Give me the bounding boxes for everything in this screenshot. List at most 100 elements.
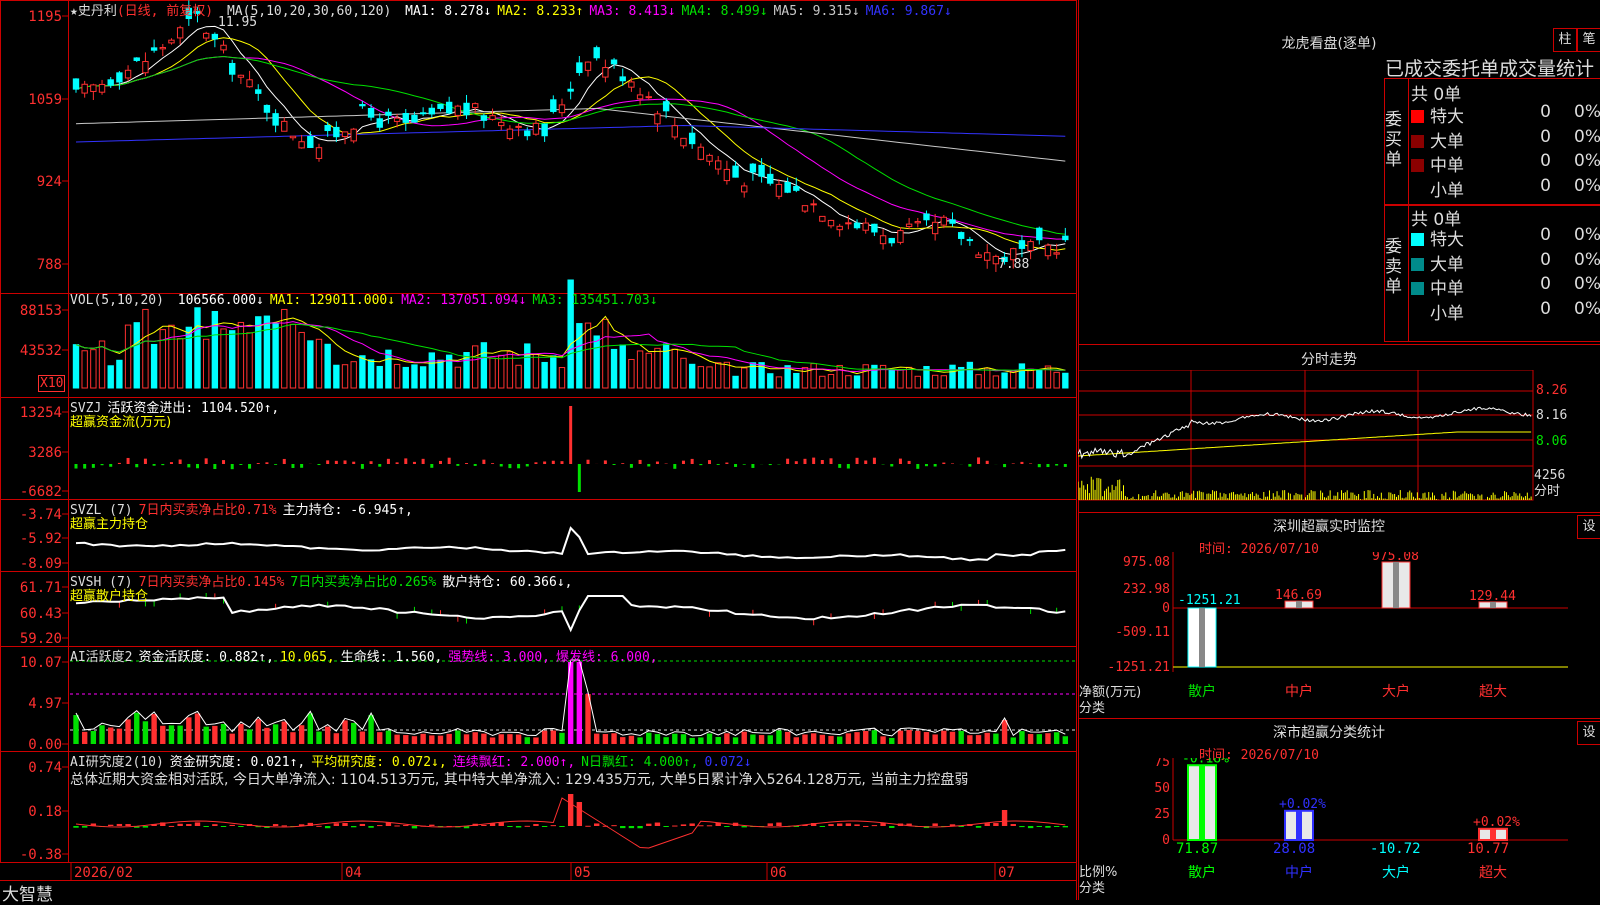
flow-bar [569,406,572,464]
flow-bar [734,464,737,467]
research-bar [568,794,573,826]
candle-body [256,90,261,94]
candle-body [169,40,174,43]
activity-bar [915,731,920,744]
ma-value-3: MA4: 8.499↓ [681,4,767,19]
candle-body [221,45,226,50]
activity-bar [802,734,807,744]
candle-body [351,129,356,141]
ai-activity-value-1: 资金活跃度: 0.882↑, [138,650,273,665]
volume-bar [724,362,729,388]
ai-research-tick: 0.18 [28,804,62,820]
bar-mode-button[interactable]: 柱 [1553,28,1577,52]
candle-body [91,85,96,92]
candle-body [1045,245,1050,256]
volume-bar [915,376,920,388]
research-bar [412,826,417,828]
volume-ma-value-1: MA1: 129011.000↓ [270,293,395,308]
research-bar [646,824,651,826]
ma-value-2: MA3: 8.413↓ [589,4,675,19]
volume-bar [976,375,981,388]
candle-body [811,204,816,205]
sz-monitor-settings-button[interactable]: 设 [1577,515,1600,539]
activity-bar [941,731,946,744]
activity-bar [117,729,122,744]
volume-bar [594,336,599,388]
volume-bar [203,339,208,388]
research-bar [837,823,842,826]
order-percent: 0% [1551,176,1600,196]
sz-monitor-bar-shade [1393,562,1399,608]
activity-bar [750,734,755,744]
candle-body [334,127,339,136]
volume-bar [733,376,738,388]
activity-bar [334,733,339,744]
sz-class-settings-button[interactable]: 设 [1577,721,1600,745]
longhu-subtitle: 已成交委托单成交量统计 [1385,54,1594,81]
activity-bar [655,734,660,744]
activity-bar [768,735,773,744]
research-bar [724,826,729,827]
activity-bar [993,734,998,744]
activity-bar [672,734,677,744]
candle-body [889,238,894,242]
volume-bar [125,325,130,388]
activity-bar [985,733,990,744]
volume-bar [637,351,642,388]
candle-body [681,138,686,145]
candle-body [906,224,911,226]
svsh-tick: 60.43 [20,606,62,622]
flow-bar [474,464,477,466]
research-bar [507,826,512,827]
candle-body [733,166,738,177]
order-size-label: 大单 [1430,132,1464,152]
svzl-tick: -8.09 [20,556,62,572]
order-percent: 0% [1551,250,1600,270]
flow-bar [812,458,815,464]
research-bar [525,826,530,827]
volume-bar [273,323,278,388]
flow-bar [179,460,182,464]
research-bar [394,825,399,826]
flow-bar [222,460,225,464]
volume-tick: 43532 [20,343,62,359]
candle-body [455,106,460,115]
ai-activity-panel [70,660,1076,744]
flow-bar [1038,464,1041,467]
activity-bar [932,734,937,744]
activity-bar [360,732,365,744]
research-bar [1019,826,1024,827]
flow-bar [118,463,121,464]
research-bar [820,826,825,827]
side-label-char: 委 [1385,110,1409,130]
legend-swatch [1411,159,1424,172]
flow-bar [213,464,216,469]
activity-bar [299,725,304,744]
candle-body [976,255,981,258]
ai-research-value-2: 平均研究度: 0.072↓, [311,755,446,770]
sz-monitor-bar-value: 129.44 [1469,589,1516,604]
flow-bar [196,464,199,468]
sz-monitor-title: 深圳超赢实时监控 [1079,516,1579,536]
flow-bar [630,464,633,468]
volume-bar [863,365,868,388]
candle-body [577,63,582,73]
flow-bar [378,464,381,467]
intraday-chart[interactable]: 8.268.168.064256分时 [1078,370,1600,510]
app-name[interactable]: 大智慧 [2,880,53,905]
tick-mode-button[interactable]: 笔 [1577,28,1600,52]
candle-body [151,48,156,50]
order-percent: 0% [1551,274,1600,294]
flow-bar [205,458,208,464]
research-bar [1002,810,1007,826]
activity-bar [230,734,235,744]
candle-body [143,62,148,73]
research-bar [559,826,564,827]
buy-order-row: 大单00% [1411,127,1600,152]
flow-bar [430,464,433,468]
candle-body [282,121,287,131]
activity-bar [73,715,78,744]
candle-body [542,124,547,136]
side-label-char: 委 [1385,237,1409,257]
activity-bar [368,715,373,744]
